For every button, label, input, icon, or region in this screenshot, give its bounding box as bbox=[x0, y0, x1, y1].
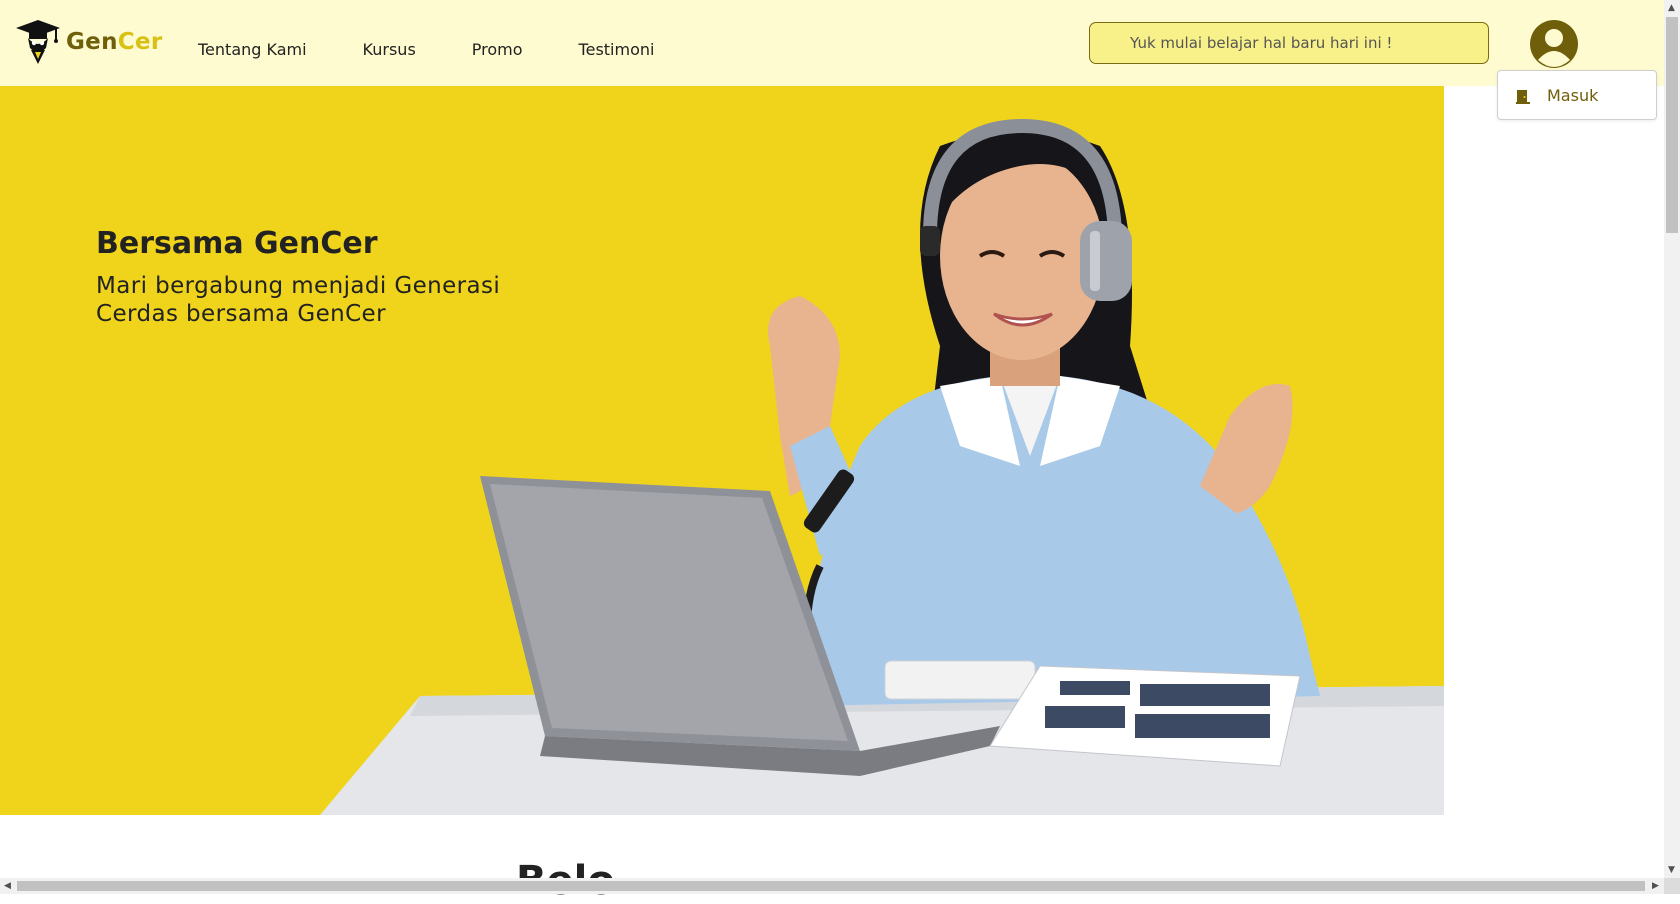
login-label: Masuk bbox=[1547, 86, 1599, 105]
logo[interactable]: GenCer bbox=[16, 18, 162, 66]
scroll-down-arrow-icon[interactable]: ▼ bbox=[1668, 866, 1675, 875]
nav-link-kursus[interactable]: Kursus bbox=[363, 40, 416, 59]
user-dropdown-menu: Masuk bbox=[1497, 70, 1657, 120]
brand-name-cer: Cer bbox=[117, 29, 163, 55]
scroll-right-arrow-icon[interactable]: ▶ bbox=[1652, 882, 1659, 891]
nav-link-testimoni[interactable]: Testimoni bbox=[579, 40, 655, 59]
scrollbar-corner bbox=[1664, 878, 1680, 894]
horizontal-scrollbar[interactable]: ◀ ▶ bbox=[0, 878, 1664, 894]
brand-name: GenCer bbox=[66, 29, 163, 55]
brand-name-gen: Gen bbox=[66, 29, 118, 55]
login-menu-item[interactable]: Masuk bbox=[1498, 71, 1656, 119]
user-circle-icon[interactable] bbox=[1528, 18, 1580, 70]
vertical-scrollbar[interactable]: ▲ ▼ bbox=[1664, 0, 1680, 878]
student-laptop-hero-image bbox=[320, 118, 1444, 815]
door-icon bbox=[1516, 90, 1530, 104]
nav-link-promo[interactable]: Promo bbox=[472, 40, 523, 59]
vertical-scrollbar-thumb[interactable] bbox=[1666, 17, 1678, 233]
graduation-cap-logo-icon bbox=[16, 20, 60, 64]
nav-link-tentang-kami[interactable]: Tentang Kami bbox=[198, 40, 307, 59]
horizontal-scrollbar-thumb[interactable] bbox=[17, 881, 1645, 891]
main-nav: Tentang Kami Kursus Promo Testimoni bbox=[198, 40, 710, 59]
navbar: GenCer Tentang Kami Kursus Promo Testimo… bbox=[0, 0, 1664, 86]
hero-banner: Bersama GenCer Mari bergabung menjadi Ge… bbox=[0, 86, 1444, 815]
scroll-up-arrow-icon[interactable]: ▲ bbox=[1668, 4, 1675, 13]
scroll-left-arrow-icon[interactable]: ◀ bbox=[4, 882, 11, 891]
search-input[interactable] bbox=[1089, 22, 1489, 64]
